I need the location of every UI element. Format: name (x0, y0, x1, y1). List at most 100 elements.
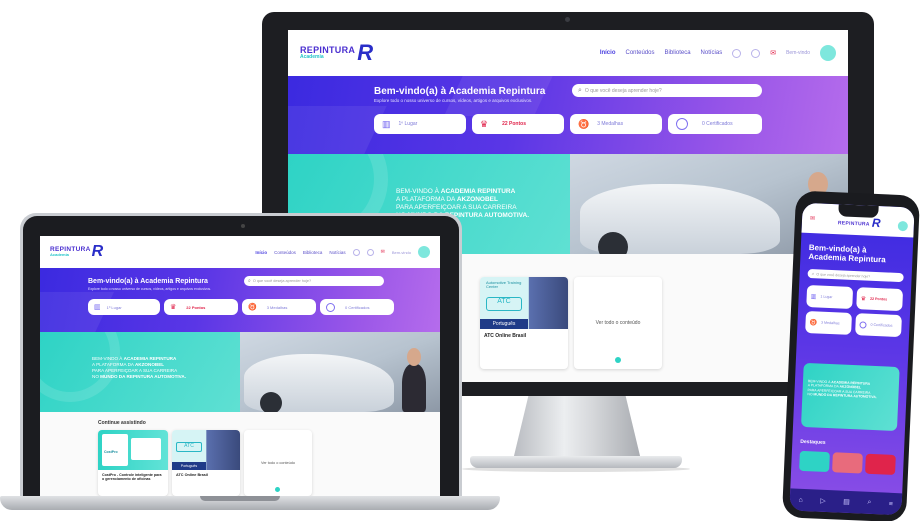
top-navbar: REPINTURA Academia R Início Conteúdos Bi… (40, 236, 440, 268)
search-placeholder: O que você deseja aprender hoje? (816, 271, 871, 279)
stat-label: 3 Medalhas (266, 304, 288, 310)
logo-subtitle: Academia (50, 252, 69, 258)
nav-item-conteudos[interactable]: Conteúdos (274, 250, 296, 255)
search-icon[interactable] (751, 48, 761, 58)
search-placeholder: O que você deseja aprender hoje? (584, 87, 662, 94)
certificate-icon (676, 118, 688, 130)
hero-subtitle: Explore todo o nosso universo de cursos,… (374, 98, 533, 103)
play-icon[interactable]: ▷ (820, 497, 826, 505)
medal-icon: ♉ (578, 118, 590, 129)
course-thumbnail: ATC Português (172, 430, 240, 470)
phone-search-input[interactable]: ⌕ O que você deseja aprender hoje? (807, 268, 904, 283)
monitor-stand-neck (513, 396, 641, 460)
stat-card-points[interactable]: ♛ 22 Pontos (472, 114, 564, 134)
user-greeting: Bem-vindo (786, 50, 810, 56)
nav-item-biblioteca[interactable]: Biblioteca (665, 50, 691, 56)
stat-card-medals[interactable]: ♉ 3 Medalhas (570, 114, 662, 134)
phone-navbar: ✉ REPINTURA R (801, 202, 915, 238)
phone-highlight-card[interactable] (865, 453, 896, 475)
hero-subtitle: Explore todo o nosso universo de cursos,… (88, 287, 212, 291)
logo-mark-icon: R (357, 40, 374, 65)
library-icon[interactable]: ▤ (843, 498, 850, 506)
stat-card-ranking[interactable]: ▥ 1º Lugar (374, 114, 466, 134)
certificate-icon (859, 320, 867, 329)
phone-screen: ✉ REPINTURA R Bem-vindo(a) à Academia Re… (789, 202, 915, 516)
laptop-camera (241, 224, 245, 228)
notification-icon[interactable]: ✉ (810, 215, 815, 222)
brand-logo[interactable]: REPINTURA Academia R (50, 243, 103, 261)
avatar[interactable] (418, 246, 430, 258)
stat-label: 22 Pontos (186, 304, 206, 310)
certificate-icon (326, 302, 335, 312)
stat-label: 3 Medalhas (820, 320, 840, 326)
home-icon[interactable]: ⌂ (798, 496, 803, 503)
ranking-chart-icon: ▥ (94, 304, 101, 311)
search-placeholder: O que você deseja aprender hoje? (252, 279, 312, 283)
search-icon[interactable] (366, 248, 374, 256)
stat-label: 22 Pontos (869, 296, 888, 302)
phone-hero-title: Bem-vindo(a) à Academia Repintura (808, 243, 886, 265)
search-input[interactable]: ⌕ O que você deseja aprender hoje? (244, 276, 384, 286)
stat-card-points[interactable]: ♛ 22 Pontos (164, 299, 238, 315)
content-area: Continue assistindo CostPro CostPro - Co… (40, 412, 440, 496)
stat-label: 0 Certificados (870, 322, 893, 328)
nav-item-biblioteca[interactable]: Biblioteca (303, 250, 323, 255)
course-thumbnail: CostPro (98, 430, 168, 470)
banner-text: BEM-VINDO À ACADEMIA REPINTURA A PLATAFO… (807, 379, 877, 400)
phone-banner: BEM-VINDO À ACADEMIA REPINTURA A PLATAFO… (800, 362, 900, 432)
nav-item-noticias[interactable]: Notícias (329, 250, 345, 255)
phone-stat-points[interactable]: ♛ 22 Pontos (856, 287, 904, 312)
stat-card-certificates[interactable]: 0 Certificados (320, 299, 394, 315)
monitor-camera (565, 17, 570, 22)
search-icon[interactable]: ⌕ (867, 499, 871, 507)
phone-highlight-card[interactable] (799, 450, 830, 473)
phone-highlight-card[interactable] (832, 452, 863, 474)
course-title: CostPro - Controle inteligente para o ge… (102, 473, 162, 482)
help-icon[interactable] (352, 248, 360, 256)
avatar[interactable] (820, 45, 836, 61)
course-card-costpro[interactable]: CostPro CostPro - Controle inteligente p… (98, 430, 168, 496)
nav-item-inicio[interactable]: Início (600, 50, 616, 56)
help-icon[interactable] (732, 48, 742, 58)
stat-label: 1º Lugar (106, 304, 122, 310)
hero-section: Bem-vindo(a) à Academia Repintura Explor… (288, 76, 848, 154)
nav-item-noticias[interactable]: Notícias (701, 50, 723, 56)
logo-subtitle: Academia (300, 54, 324, 60)
medal-icon: ♉ (248, 304, 257, 311)
nav-item-inicio[interactable]: Início (255, 250, 267, 255)
logo-mark-icon: R (871, 215, 881, 231)
brand-logo[interactable]: REPINTURA Academia R (300, 40, 373, 66)
nav-item-conteudos[interactable]: Conteúdos (625, 50, 654, 56)
phone-stat-ranking[interactable]: ▥ 1 Lugar (806, 284, 854, 309)
phone-stat-medals[interactable]: ♉ 3 Medalhas (805, 310, 853, 335)
notification-icon[interactable]: ✉ (770, 49, 776, 57)
avatar[interactable] (897, 220, 909, 232)
user-greeting: Bem-vindo (391, 249, 411, 255)
search-icon: ⌕ (811, 270, 815, 277)
menu-icon[interactable]: ≡ (889, 500, 893, 507)
course-title: ATC Online Brasil (484, 333, 527, 339)
phone-section-title: Destaques (800, 438, 826, 446)
logo-wordmark: REPINTURA (837, 220, 870, 228)
hero-title: Bem-vindo(a) à Academia Repintura (88, 278, 208, 285)
trophy-icon: ♛ (170, 304, 177, 311)
trophy-icon: ♛ (480, 118, 489, 129)
ranking-chart-icon: ▥ (382, 118, 391, 129)
section-title: Continue assistindo (98, 420, 146, 426)
stat-card-certificates[interactable]: 0 Certificados (668, 114, 762, 134)
course-thumbnail: Automotive Training Center ATC Português (480, 277, 568, 329)
search-input[interactable]: ⌕ O que você deseja aprender hoje? (572, 84, 762, 97)
search-icon: ⌕ (248, 278, 251, 284)
banner-text: BEM-VINDO À ACADEMIA REPINTURA A PLATAFO… (92, 356, 187, 379)
laptop-screen: REPINTURA Academia R Início Conteúdos Bi… (40, 236, 440, 496)
see-all-button[interactable]: Ver todo o conteúdo (574, 277, 662, 369)
see-all-button[interactable]: Ver todo o conteúdo (244, 430, 312, 496)
stat-card-medals[interactable]: ♉ 3 Medalhas (242, 299, 316, 315)
course-title: ATC Online Brasil (176, 473, 208, 477)
notification-icon[interactable]: ✉ (381, 249, 385, 255)
phone-stat-certificates[interactable]: 0 Certificados (855, 313, 902, 338)
stat-card-ranking[interactable]: ▥ 1º Lugar (88, 299, 160, 315)
stat-label: 1º Lugar (398, 121, 418, 127)
course-card-atc[interactable]: Automotive Training Center ATC Português… (480, 277, 568, 369)
course-card-atc[interactable]: ATC Português ATC Online Brasil (172, 430, 240, 496)
